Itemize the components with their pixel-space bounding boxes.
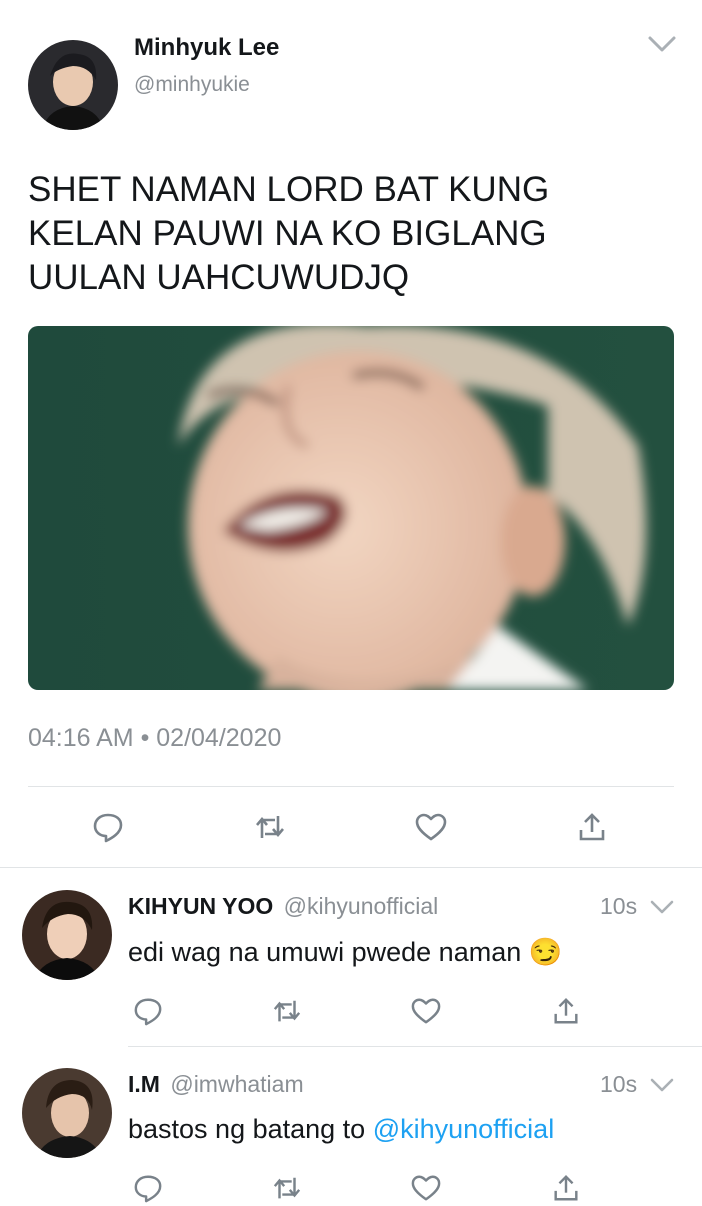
share-icon: [554, 998, 578, 1024]
reply-menu-chevron-down-icon[interactable]: [648, 1074, 676, 1096]
retweet-button[interactable]: [269, 1170, 305, 1206]
reply-text-body: edi wag na umuwi pwede naman: [128, 937, 529, 967]
author-name[interactable]: Minhyuk Lee: [134, 34, 279, 62]
reply-icon: [134, 1175, 162, 1203]
reply-button[interactable]: [90, 809, 126, 845]
reply-button[interactable]: [130, 993, 166, 1029]
retweet-icon: [273, 1177, 301, 1199]
like-button[interactable]: [413, 809, 449, 845]
retweet-icon: [256, 816, 284, 838]
divider: [0, 867, 702, 868]
reply-text: edi wag na umuwi pwede naman 😏: [128, 936, 562, 968]
divider: [128, 1046, 702, 1047]
retweet-button[interactable]: [269, 993, 305, 1029]
reply-text-body: bastos ng batang to: [128, 1114, 373, 1144]
like-icon: [411, 1175, 441, 1201]
share-icon: [579, 813, 605, 841]
share-button[interactable]: [548, 993, 584, 1029]
reply-header: I.M @imwhatiam: [128, 1071, 304, 1098]
like-icon: [411, 998, 441, 1024]
like-button[interactable]: [408, 1170, 444, 1206]
share-button[interactable]: [548, 1170, 584, 1206]
reply-time: 10s: [600, 1071, 638, 1097]
share-icon: [554, 1175, 578, 1201]
tweet-text-line: SHET NAMAN LORD BAT KUNG: [28, 170, 550, 209]
share-button[interactable]: [574, 809, 610, 845]
reply-text: bastos ng batang to @kihyunofficial: [128, 1114, 554, 1145]
smirk-emoji: 😏: [528, 937, 563, 967]
author-handle[interactable]: @minhyukie: [134, 73, 250, 97]
divider: [28, 786, 674, 787]
author-avatar[interactable]: [28, 40, 118, 130]
reply-icon: [93, 813, 123, 843]
reply-avatar[interactable]: [22, 1068, 112, 1158]
reply-author-handle[interactable]: @kihyunofficial: [284, 893, 439, 919]
tweet-menu-chevron-down-icon[interactable]: [644, 30, 680, 58]
tweet-media-image[interactable]: [28, 326, 674, 690]
reply-avatar[interactable]: [22, 890, 112, 980]
reply-menu-chevron-down-icon[interactable]: [648, 896, 676, 918]
tweet-text: SHET NAMAN LORD BAT KUNG KELAN PAUWI NA …: [28, 168, 678, 300]
reply-author-name[interactable]: I.M: [128, 1071, 160, 1097]
retweet-icon: [273, 1000, 301, 1022]
reply-author-handle[interactable]: @imwhatiam: [170, 1071, 303, 1097]
reply-button[interactable]: [130, 1170, 166, 1206]
reply-header: KIHYUN YOO @kihyunofficial: [128, 893, 438, 920]
like-icon: [415, 813, 447, 841]
reply-time: 10s: [600, 893, 638, 919]
reply-icon: [134, 998, 162, 1026]
reply-author-name[interactable]: KIHYUN YOO: [128, 893, 273, 919]
tweet-timestamp[interactable]: 04:16 AM • 02/04/2020: [28, 724, 281, 753]
tweet-text-line: KELAN PAUWI NA KO BIGLANG: [28, 214, 547, 253]
mention-link[interactable]: @kihyunofficial: [373, 1114, 555, 1144]
tweet-text-line: UULAN UAHCUWUDJQ: [28, 258, 410, 297]
like-button[interactable]: [408, 993, 444, 1029]
retweet-button[interactable]: [252, 809, 288, 845]
